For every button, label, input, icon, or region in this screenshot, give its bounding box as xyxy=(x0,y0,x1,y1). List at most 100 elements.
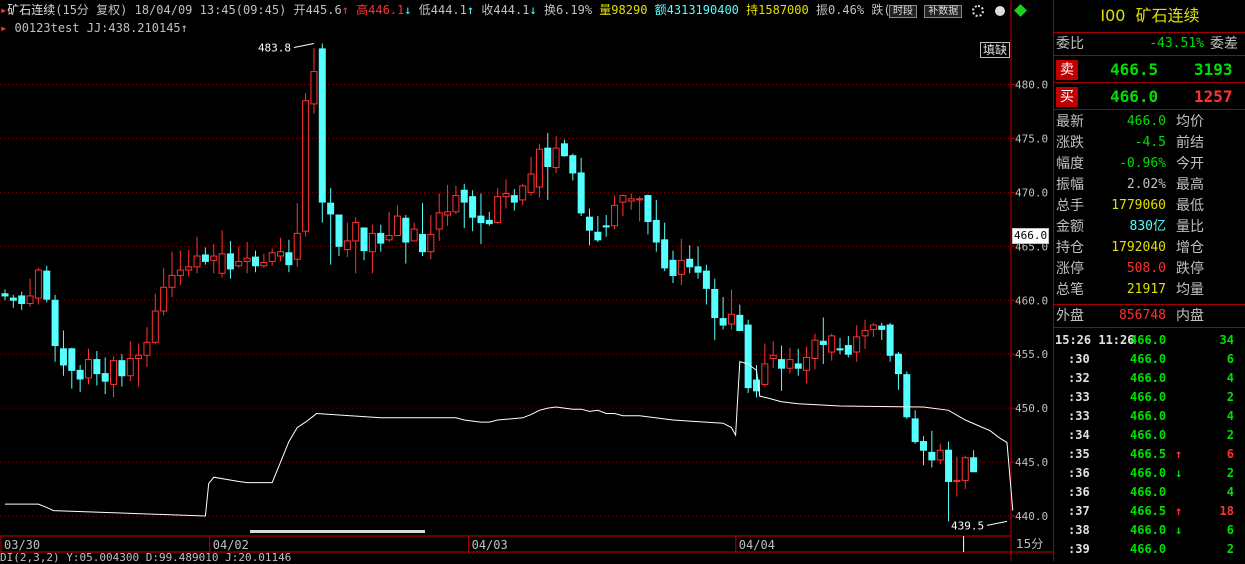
candle-up xyxy=(828,335,836,353)
candle-up xyxy=(452,195,460,213)
candle-up xyxy=(168,274,176,288)
header-datetime: 18/04/09 13:45(09:45) xyxy=(134,3,287,17)
tick-time: :36 xyxy=(1068,485,1090,499)
candle-up xyxy=(235,260,243,267)
tick-time: :36 xyxy=(1068,466,1090,480)
header-hold: 持1587000 xyxy=(746,3,809,17)
y-tick-label: 470.0 xyxy=(1015,186,1048,199)
gear-icon[interactable] xyxy=(972,4,985,17)
sell-row: 卖 466.5 3193 xyxy=(1054,58,1245,83)
tick-row: :36 466.0 ↓ 2 xyxy=(1054,464,1245,483)
candle-up xyxy=(176,269,184,276)
candle-down xyxy=(736,314,744,331)
candle-down xyxy=(93,359,101,375)
candle-up xyxy=(368,232,376,253)
fill-data-button[interactable]: 补数据 xyxy=(924,5,963,18)
stat-label: 涨停 xyxy=(1056,261,1084,277)
stat-row: 振幅 2.02% 最高 xyxy=(1054,175,1245,195)
candle-up xyxy=(160,286,168,312)
candle-down xyxy=(18,295,26,304)
tick-time: :30 xyxy=(1068,352,1090,366)
tick-row: :35 466.5 ↑ 6 xyxy=(1054,445,1245,464)
candle-down xyxy=(920,441,927,451)
tick-price: 466.0 xyxy=(1130,466,1167,480)
candle-down xyxy=(836,348,844,351)
tick-time: :35 xyxy=(1068,447,1090,461)
y-tick-label: 440.0 xyxy=(1015,510,1048,523)
buy-qty: 1257 xyxy=(1194,87,1233,106)
candle-down xyxy=(252,256,259,267)
candle-up xyxy=(210,255,218,261)
weicha-label: 委差 xyxy=(1210,36,1238,52)
candle-up xyxy=(636,198,644,201)
candle-up xyxy=(527,173,535,193)
candle-down xyxy=(577,172,585,214)
tick-volume: 6 xyxy=(1226,523,1234,537)
stat-row: 涨跌 -4.5 前结 xyxy=(1054,133,1245,153)
period-select-button[interactable]: 时段 xyxy=(889,5,917,18)
candle-up xyxy=(936,449,944,461)
candle-up xyxy=(803,356,811,371)
header-open: 开445.6 xyxy=(293,3,342,17)
candle-down xyxy=(101,373,109,382)
header-close: 收444.1 xyxy=(481,3,530,17)
stat-right-label: 均量 xyxy=(1176,282,1204,298)
tick-volume: 6 xyxy=(1226,352,1234,366)
header-low: 低444.1 xyxy=(418,3,467,17)
candle-down xyxy=(794,363,802,369)
stat-row: 幅度 -0.96% 今开 xyxy=(1054,154,1245,174)
candle-up xyxy=(302,100,310,232)
stat-right-label: 最低 xyxy=(1176,198,1204,214)
candle-up xyxy=(126,358,134,377)
stat-label: 持仓 xyxy=(1056,240,1084,256)
period-label: 15分 xyxy=(1016,537,1044,551)
stat-right-label: 前结 xyxy=(1176,135,1204,151)
arrow-down-icon: ↓ xyxy=(1175,523,1183,537)
candle-down xyxy=(911,418,919,443)
tick-time: 15:26 11:26 xyxy=(1055,333,1135,347)
candle-down xyxy=(285,252,293,266)
header-high: 高446.1 xyxy=(356,3,405,17)
header-symbol: 矿石连续 xyxy=(7,3,56,17)
header-bar: ▸矿石连续(15分 复权) 18/04/09 13:45(09:45) 开445… xyxy=(0,2,898,18)
candle-up xyxy=(34,269,42,299)
candle-down xyxy=(652,219,660,243)
stat-label: 最新 xyxy=(1056,114,1084,130)
candle-down xyxy=(694,266,702,273)
neipan-label: 内盘 xyxy=(1176,308,1204,324)
stat-row: 最新 466.0 均价 xyxy=(1054,112,1245,132)
candle-up xyxy=(410,228,418,242)
indicator-name: 00123test xyxy=(14,21,80,35)
tick-volume: 34 xyxy=(1219,333,1234,347)
candle-down xyxy=(894,353,902,375)
candle-down xyxy=(711,288,719,319)
candle-down xyxy=(719,318,727,326)
waipan-row: 外盘 856748 内盘 xyxy=(1054,304,1245,328)
quote-code: I00 xyxy=(1100,6,1126,25)
tick-row: :34 466.0 2 xyxy=(1054,426,1245,445)
candle-down xyxy=(43,270,51,300)
settings-icon[interactable] xyxy=(994,5,1005,16)
candle-up xyxy=(502,192,510,198)
fill-gap-label[interactable]: 填缺 xyxy=(980,42,1011,58)
candle-down xyxy=(485,219,493,225)
tick-price: 466.0 xyxy=(1130,333,1167,347)
stat-label: 金额 xyxy=(1056,219,1084,235)
candle-up xyxy=(786,359,794,369)
tick-price: 466.5 xyxy=(1130,504,1167,518)
stat-value: 1792040 xyxy=(1111,240,1166,255)
candle-down xyxy=(644,195,652,223)
kline-chart[interactable]: 440.0445.0450.0455.0460.0465.0470.0475.0… xyxy=(0,0,1053,561)
tick-row: :36 466.0 4 xyxy=(1054,483,1245,502)
tick-row: :37 466.5 ↑ 18 xyxy=(1054,502,1245,521)
kline-chart-area[interactable]: 440.0 445.0 450.0 455.0 460.0 465.0 470.0 475.0… xyxy=(0,0,1053,563)
tick-time: :39 xyxy=(1068,542,1090,556)
tick-volume: 2 xyxy=(1226,466,1234,480)
candle-up xyxy=(435,212,443,230)
candle-up xyxy=(619,195,627,203)
candle-down xyxy=(669,259,677,276)
header-low-arrow-icon: ↑ xyxy=(466,3,475,17)
candle-down xyxy=(510,195,518,203)
diamond-icon[interactable] xyxy=(1014,4,1027,17)
candle-up xyxy=(85,359,92,379)
